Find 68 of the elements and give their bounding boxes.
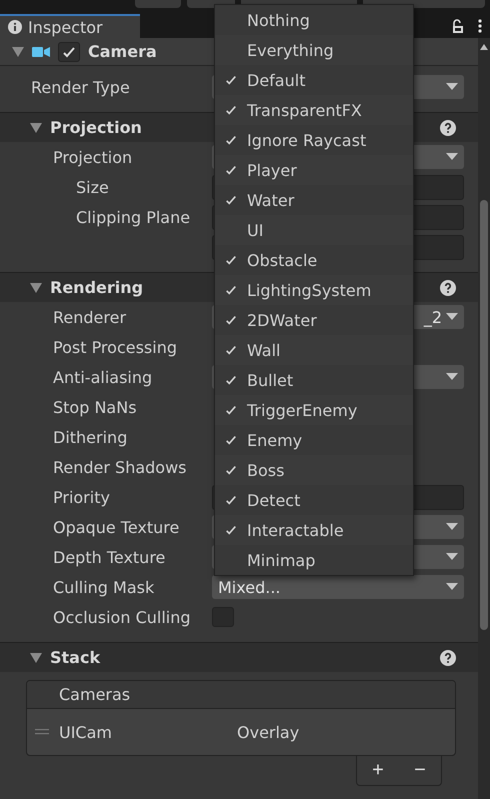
field-label: Post Processing <box>53 338 177 356</box>
info-icon <box>8 20 22 34</box>
menu-item[interactable]: UI <box>215 215 413 245</box>
dropdown-arrow-icon <box>446 523 458 531</box>
menu-item[interactable]: 2DWater <box>215 305 413 335</box>
scrollbar-thumb[interactable] <box>480 200 488 630</box>
menu-item[interactable]: Obstacle <box>215 245 413 275</box>
field-label: Clipping Plane <box>76 208 190 226</box>
menu-item[interactable]: TransparentFX <box>215 95 413 125</box>
menu-item[interactable]: Everything <box>215 35 413 65</box>
dropdown[interactable]: Mixed... <box>212 575 464 599</box>
field-label: Dithering <box>53 428 128 446</box>
menu-item[interactable]: Detect <box>215 485 413 515</box>
menu-item[interactable]: TriggerEnemy <box>215 395 413 425</box>
dropdown-arrow-icon <box>446 313 458 321</box>
camera-name: UICam <box>59 722 113 742</box>
section-title: Stack <box>50 648 100 667</box>
camera-type: Overlay <box>237 722 300 742</box>
field-label: Render Shadows <box>53 458 187 476</box>
camera-icon <box>32 46 50 58</box>
dropdown-arrow-icon <box>446 553 458 561</box>
dropdown-arrow-icon <box>446 373 458 381</box>
help-icon[interactable] <box>440 650 456 666</box>
remove-button[interactable]: − <box>410 759 430 782</box>
dropdown-arrow-icon <box>446 583 458 591</box>
foldout-icon[interactable] <box>30 122 42 132</box>
menu-item[interactable]: Wall <box>215 335 413 365</box>
menu-item[interactable]: Enemy <box>215 425 413 455</box>
menu-item[interactable]: Interactable <box>215 515 413 545</box>
section-title: Rendering <box>50 278 144 297</box>
scroll-up-icon[interactable] <box>480 44 488 50</box>
enable-checkbox[interactable] <box>58 42 80 62</box>
field-label: Opaque Texture <box>53 518 180 536</box>
section-title: Projection <box>50 118 142 137</box>
menu-item[interactable]: Boss <box>215 455 413 485</box>
foldout-icon[interactable] <box>12 46 24 56</box>
list-header: Cameras <box>59 685 130 704</box>
menu-item[interactable]: Minimap <box>215 545 413 575</box>
field-label: Depth Texture <box>53 548 166 566</box>
menu-item[interactable]: LightingSystem <box>215 275 413 305</box>
menu-icon[interactable] <box>478 19 482 33</box>
add-button[interactable]: + <box>368 759 388 782</box>
field-label: Anti-aliasing <box>53 368 152 386</box>
field-label: Render Type <box>31 78 130 96</box>
field-label: Projection <box>53 148 132 166</box>
lock-icon[interactable] <box>452 19 464 33</box>
menu-item[interactable]: Nothing <box>215 5 413 35</box>
menu-item[interactable]: Default <box>215 65 413 95</box>
foldout-icon[interactable] <box>30 652 42 662</box>
component-title: Camera <box>88 42 157 61</box>
field-label: Priority <box>53 488 110 506</box>
field-label: Occlusion Culling <box>53 608 191 626</box>
dropdown-arrow-icon <box>446 153 458 161</box>
menu-item[interactable]: Ignore Raycast <box>215 125 413 155</box>
help-icon[interactable] <box>440 120 456 136</box>
menu-item[interactable]: Player <box>215 155 413 185</box>
menu-item[interactable]: Water <box>215 185 413 215</box>
help-icon[interactable] <box>440 280 456 296</box>
field-label: Renderer <box>53 308 126 326</box>
dropdown-arrow-icon <box>446 83 458 91</box>
inspector-tab[interactable]: Inspector <box>0 14 140 38</box>
field-label: Stop NaNs <box>53 398 137 416</box>
field-label: Size <box>76 178 109 196</box>
foldout-icon[interactable] <box>30 282 42 292</box>
drag-handle-icon[interactable] <box>35 729 49 735</box>
menu-item[interactable]: Bullet <box>215 365 413 395</box>
field-label: Culling Mask <box>53 578 154 596</box>
check-icon <box>62 46 76 58</box>
